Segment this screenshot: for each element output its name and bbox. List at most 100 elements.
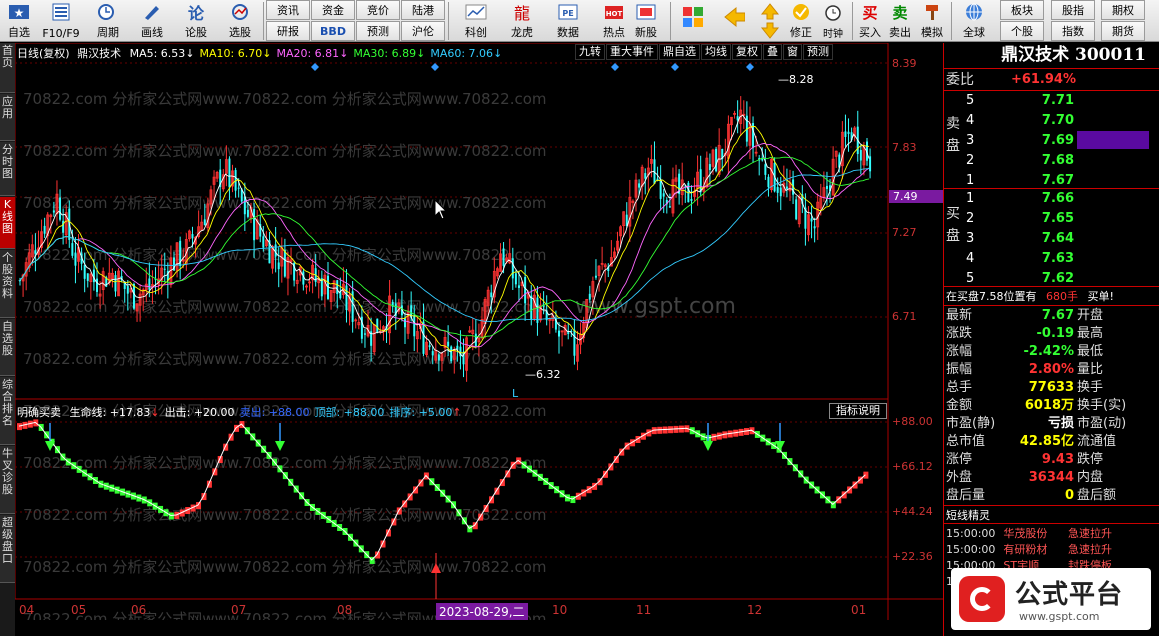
- stat-row: 外盘 36344 内盘: [946, 470, 1104, 485]
- period-button[interactable]: 周期: [88, 0, 128, 42]
- indicator-legend-item: 出击: +20.00: [164, 406, 235, 419]
- bid-row[interactable]: 1 7.66: [946, 190, 1086, 208]
- arrow-updown-icon: [759, 2, 781, 40]
- stocks-button[interactable]: 个股: [1000, 21, 1044, 41]
- dragon-tiger-button[interactable]: 龍 龙虎: [500, 0, 544, 42]
- chart-canvas[interactable]: 70822.com 分析家公式网www.70822.com 分析家公式网www.…: [15, 43, 943, 620]
- candle-body: [274, 244, 277, 257]
- stat-row: 最新 7.67 开盘: [946, 308, 1104, 323]
- global-button[interactable]: 全球: [955, 0, 993, 42]
- updown-button[interactable]: [756, 0, 784, 42]
- bid-row[interactable]: 3 7.64: [946, 230, 1086, 248]
- chart-tool-button[interactable]: 重大事件: [606, 44, 658, 60]
- watermark: 70822.com 分析家公式网www.70822.com 分析家公式网www.…: [23, 142, 547, 160]
- new-stock-icon: [635, 3, 657, 21]
- back-button[interactable]: [714, 0, 754, 42]
- candle-body: [203, 219, 206, 226]
- alarm-icon: [822, 3, 844, 21]
- layout-button[interactable]: [676, 0, 710, 42]
- candle-body: [490, 292, 493, 298]
- buy-button[interactable]: 买 买入: [856, 0, 884, 42]
- sell-button[interactable]: 卖 卖出: [886, 0, 914, 42]
- tab-stock-info[interactable]: 个股资料: [0, 250, 15, 318]
- star-market-button[interactable]: 科创: [454, 0, 498, 42]
- indicator-axis-label: +66.12: [892, 460, 933, 473]
- candle-body: [517, 285, 520, 288]
- globe-icon: [963, 3, 985, 21]
- hk-connect-button[interactable]: 陆港: [401, 0, 445, 20]
- candle-body: [594, 275, 597, 278]
- sector-button[interactable]: 板块: [1000, 0, 1044, 20]
- indicator-explain-button[interactable]: 指标说明: [829, 403, 887, 419]
- candle-body: [71, 243, 74, 256]
- candle-body: [43, 225, 46, 234]
- kline-chart[interactable]: 70822.com 分析家公式网www.70822.com 分析家公式网www.…: [15, 43, 943, 620]
- research-button[interactable]: 研报: [266, 21, 310, 41]
- tab-watchlist[interactable]: 自选股: [0, 319, 15, 376]
- short-genie-row[interactable]: 15:00:00 有研粉材 急速拉升: [946, 542, 1156, 558]
- stock-name: 鼎汉技术: [77, 47, 122, 60]
- index-button[interactable]: 指数: [1051, 21, 1095, 41]
- options-button[interactable]: 期权: [1101, 0, 1145, 20]
- futures-button[interactable]: 期货: [1101, 21, 1145, 41]
- ask-row[interactable]: 2 7.68: [946, 152, 1086, 170]
- bbd-button[interactable]: BBD: [311, 21, 355, 41]
- pick-stock-button[interactable]: 选股: [220, 0, 260, 42]
- candle-body: [83, 265, 86, 279]
- ask-row[interactable]: 3 7.69: [946, 132, 1086, 150]
- chart-tool-button[interactable]: 叠: [763, 44, 782, 60]
- tab-home[interactable]: 首页: [0, 43, 15, 93]
- ask-row[interactable]: 4 7.70: [946, 112, 1086, 130]
- draw-line-button[interactable]: 画线: [132, 0, 172, 42]
- chart-tool-button[interactable]: 鼎自选: [659, 44, 700, 60]
- weibi-value: +61.94%: [1010, 72, 1076, 87]
- simulate-button[interactable]: 模拟: [916, 0, 948, 42]
- candle-body: [869, 156, 872, 172]
- short-genie-row[interactable]: 15:00:00 华茂股份 急速拉升: [946, 526, 1156, 542]
- price-axis-label: 8.39: [892, 57, 917, 70]
- event-marker: [431, 63, 439, 71]
- chart-tool-button[interactable]: 复权: [732, 44, 762, 60]
- candle-body: [428, 345, 431, 348]
- stat-row: 振幅 2.80% 量比: [946, 362, 1104, 377]
- candle-body: [413, 315, 416, 337]
- chart-tool-button[interactable]: 均线: [701, 44, 731, 60]
- news-button[interactable]: 资讯: [266, 0, 310, 20]
- new-stock-button[interactable]: 新股: [624, 0, 668, 42]
- shanghai-london-button[interactable]: 沪伦: [401, 21, 445, 41]
- correct-button[interactable]: 修正: [786, 0, 816, 42]
- bid-row[interactable]: 4 7.63: [946, 250, 1086, 268]
- sell-signal-arrow: [775, 441, 785, 451]
- data-button[interactable]: PE 数据: [546, 0, 590, 42]
- indicator-bar: [168, 512, 174, 520]
- tab-super-quote[interactable]: 超级盘口: [0, 515, 15, 583]
- candle-body: [237, 187, 240, 189]
- forecast-button[interactable]: 预测: [356, 21, 400, 41]
- indicator-bar: [494, 487, 500, 495]
- candle-body: [825, 185, 828, 189]
- index-futures-button[interactable]: 股指: [1051, 0, 1095, 20]
- discuss-button[interactable]: 论 论股: [176, 0, 216, 42]
- alarm-button[interactable]: 时钟: [818, 0, 848, 42]
- favorites-button[interactable]: ★ 自选: [2, 0, 36, 42]
- auction-button[interactable]: 竞价: [356, 0, 400, 20]
- tab-ranking[interactable]: 综合排名: [0, 377, 15, 445]
- capital-button[interactable]: 资金: [311, 0, 355, 20]
- tab-kline[interactable]: K线图: [0, 197, 15, 249]
- candle-body: [795, 199, 798, 220]
- bid-row[interactable]: 2 7.65: [946, 210, 1086, 228]
- tab-diagnosis[interactable]: 牛叉诊股: [0, 446, 15, 514]
- chart-tool-button[interactable]: 九转: [575, 44, 605, 60]
- svg-text:★: ★: [14, 6, 25, 20]
- f10-button[interactable]: F10/F9: [38, 0, 84, 42]
- weibi-row: 委比 +61.94%: [946, 72, 1076, 88]
- star-icon: ★: [8, 3, 30, 21]
- ask-row[interactable]: 5 7.71: [946, 92, 1086, 110]
- chart-tool-button[interactable]: 预测: [803, 44, 833, 60]
- price-axis-label: 7.83: [892, 141, 917, 154]
- chart-tool-button[interactable]: 窗: [783, 44, 802, 60]
- dragon-icon: 龍: [513, 4, 530, 23]
- tab-intraday[interactable]: 分时图: [0, 142, 15, 196]
- tab-apps[interactable]: 应用: [0, 94, 15, 141]
- big-order-row: 在买盘7.58位置有 680手 买单!: [946, 290, 1114, 303]
